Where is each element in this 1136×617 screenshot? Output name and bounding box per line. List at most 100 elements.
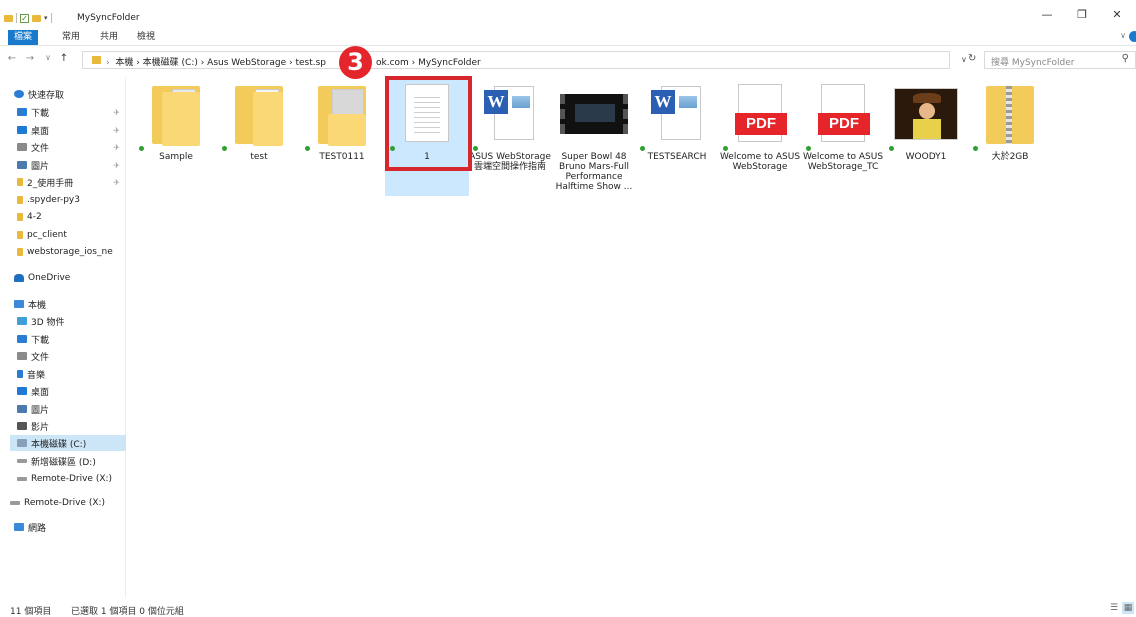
- sidebar-item-remote-drive-root[interactable]: Remote-Drive (X:): [10, 495, 118, 511]
- download-icon: [17, 108, 27, 116]
- navigation-bar: ← → ∨ ↑ › 本機 › 本機磁碟 (C:) › Asus WebStora…: [0, 50, 1136, 70]
- sidebar-item-pictures-pc[interactable]: 圖片: [17, 401, 125, 417]
- pin-icon[interactable]: ✈: [113, 161, 120, 170]
- sidebar-item-music[interactable]: 音樂: [17, 366, 125, 382]
- folder-icon: [92, 56, 101, 64]
- minimize-button[interactable]: —: [1040, 8, 1054, 22]
- sidebar-item-quick-access[interactable]: 快速存取: [14, 86, 122, 102]
- sidebar-item-onedrive[interactable]: OneDrive: [14, 270, 122, 286]
- details-view-icon[interactable]: ☰: [1108, 602, 1120, 614]
- tab-home[interactable]: 常用: [58, 30, 84, 45]
- file-item-test0111[interactable]: TEST0111: [300, 80, 384, 196]
- sidebar-item-volume-d[interactable]: 新增磁碟區 (D:): [17, 453, 125, 469]
- sidebar-item-spyder[interactable]: .spyder-py3: [17, 192, 125, 208]
- tab-share[interactable]: 共用: [96, 30, 122, 45]
- separator: [50, 13, 52, 23]
- sidebar-item-label: 下載: [31, 108, 50, 119]
- sidebar-item-pc-client[interactable]: pc_client: [17, 227, 125, 243]
- large-icons-view-icon[interactable]: ▦: [1122, 602, 1134, 614]
- file-name: Super Bowl 48 Bruno Mars-Full Performanc…: [555, 152, 633, 192]
- sidebar-item-videos[interactable]: 影片: [17, 418, 125, 434]
- file-item-test[interactable]: test: [217, 80, 301, 196]
- sidebar-item-network[interactable]: 網路: [14, 519, 122, 535]
- breadcrumb-path-tail[interactable]: ok.com › MySyncFolder: [376, 58, 481, 68]
- network-icon: [14, 523, 24, 531]
- pin-icon[interactable]: ✈: [113, 178, 120, 187]
- refresh-icon[interactable]: ↻: [968, 53, 976, 64]
- sidebar-item-label: 圖片: [31, 161, 50, 172]
- folder-icon: [17, 213, 23, 221]
- sidebar-item-manual[interactable]: 2_使用手冊 ✈: [17, 174, 125, 190]
- file-item-testsearch[interactable]: W TESTSEARCH: [635, 80, 719, 196]
- download-icon: [17, 335, 27, 343]
- pictures-icon: [17, 405, 27, 413]
- customize-dropdown-icon[interactable]: ▾: [44, 14, 48, 22]
- sync-status-icon: [723, 146, 728, 151]
- sidebar-item-label: 新增磁碟區 (D:): [31, 457, 96, 468]
- maximize-button[interactable]: ❐: [1075, 8, 1089, 22]
- new-folder-icon[interactable]: [32, 14, 41, 22]
- file-item-woody1[interactable]: WOODY1: [884, 80, 968, 196]
- network-drive-icon: [10, 501, 20, 505]
- expand-ribbon-icon[interactable]: ∨: [1120, 31, 1126, 40]
- sidebar-item-label: OneDrive: [28, 273, 71, 283]
- sidebar-item-local-disk-c[interactable]: 本機磁碟 (C:): [10, 435, 126, 451]
- file-item-over-2gb[interactable]: 大於2GB: [968, 80, 1052, 196]
- file-item-asus-guide[interactable]: W ASUS WebStorage 雲端空間操作指南: [468, 80, 552, 196]
- sidebar-item-desktop-pc[interactable]: 桌面: [17, 383, 125, 399]
- search-input[interactable]: 搜尋 MySyncFolder: [991, 55, 1074, 68]
- file-item-sample[interactable]: Sample: [134, 80, 218, 196]
- sidebar-item-documents-pc[interactable]: 文件: [17, 348, 125, 364]
- close-button[interactable]: ✕: [1110, 8, 1124, 22]
- desktop-icon: [17, 387, 27, 395]
- video-icon: [17, 422, 27, 430]
- sidebar-item-label: 本機磁碟 (C:): [31, 439, 87, 450]
- breadcrumb-path[interactable]: 本機 › 本機磁碟 (C:) › Asus WebStorage › test.…: [115, 58, 326, 68]
- recent-locations-icon[interactable]: ∨: [42, 53, 54, 62]
- address-bar[interactable]: › 本機 › 本機磁碟 (C:) › Asus WebStorage › tes…: [82, 51, 967, 69]
- sync-status-icon: [889, 146, 894, 151]
- search-icon[interactable]: ⚲: [1122, 53, 1129, 64]
- sidebar-item-label: 文件: [31, 352, 50, 363]
- sidebar-item-downloads-pc[interactable]: 下載: [17, 331, 125, 347]
- breadcrumb[interactable]: › 本機 › 本機磁碟 (C:) › Asus WebStorage › tes…: [106, 55, 481, 68]
- sidebar-item-4-2[interactable]: 4-2: [17, 209, 125, 225]
- file-item-welcome-pdf[interactable]: PDF Welcome to ASUS WebStorage: [718, 80, 802, 196]
- file-item-super-bowl-video[interactable]: Super Bowl 48 Bruno Mars-Full Performanc…: [552, 80, 636, 196]
- sidebar-item-documents[interactable]: 文件 ✈: [17, 139, 125, 155]
- properties-check-icon[interactable]: ✓: [20, 13, 29, 23]
- sidebar-item-label: 2_使用手冊: [27, 178, 74, 189]
- sidebar-item-label: Remote-Drive (X:): [24, 498, 106, 508]
- help-icon[interactable]: [1129, 31, 1136, 42]
- sidebar-item-pictures[interactable]: 圖片 ✈: [17, 157, 125, 173]
- sidebar-item-desktop[interactable]: 桌面 ✈: [17, 122, 125, 138]
- sidebar-item-this-pc[interactable]: 本機: [14, 296, 122, 312]
- pin-icon[interactable]: ✈: [113, 143, 120, 152]
- folder-icon: [4, 14, 13, 22]
- folder-icon: [235, 84, 283, 146]
- sidebar-item-label: 音樂: [27, 370, 46, 381]
- up-arrow-icon[interactable]: ↑: [58, 53, 70, 64]
- address-dropdown-icon[interactable]: ∨: [961, 55, 967, 64]
- sidebar-item-remote-drive[interactable]: Remote-Drive (X:): [17, 471, 125, 487]
- tab-view[interactable]: 檢視: [133, 30, 159, 45]
- sidebar-item-label: 4-2: [27, 212, 42, 222]
- sync-status-icon: [305, 146, 310, 151]
- cube-icon: [17, 317, 27, 325]
- pin-icon[interactable]: ✈: [113, 126, 120, 135]
- drive-icon: [17, 439, 27, 447]
- sidebar-item-3d-objects[interactable]: 3D 物件: [17, 313, 125, 329]
- back-arrow-icon[interactable]: ←: [6, 53, 18, 64]
- search-box[interactable]: 搜尋 MySyncFolder ⚲: [984, 51, 1136, 69]
- zip-folder-icon: [986, 84, 1034, 146]
- forward-arrow-icon[interactable]: →: [24, 53, 36, 64]
- sync-status-icon: [222, 146, 227, 151]
- file-name: ASUS WebStorage 雲端空間操作指南: [469, 152, 551, 172]
- tab-file[interactable]: 檔案: [8, 30, 38, 45]
- file-item-welcome-pdf-tc[interactable]: PDF Welcome to ASUS WebStorage_TC: [801, 80, 885, 196]
- sync-status-icon: [806, 146, 811, 151]
- sidebar-item-downloads[interactable]: 下載 ✈: [17, 104, 125, 120]
- sidebar-item-webstorage-ios[interactable]: webstorage_ios_ne: [17, 244, 125, 260]
- pin-icon[interactable]: ✈: [113, 108, 120, 117]
- word-document-icon: W: [484, 84, 536, 142]
